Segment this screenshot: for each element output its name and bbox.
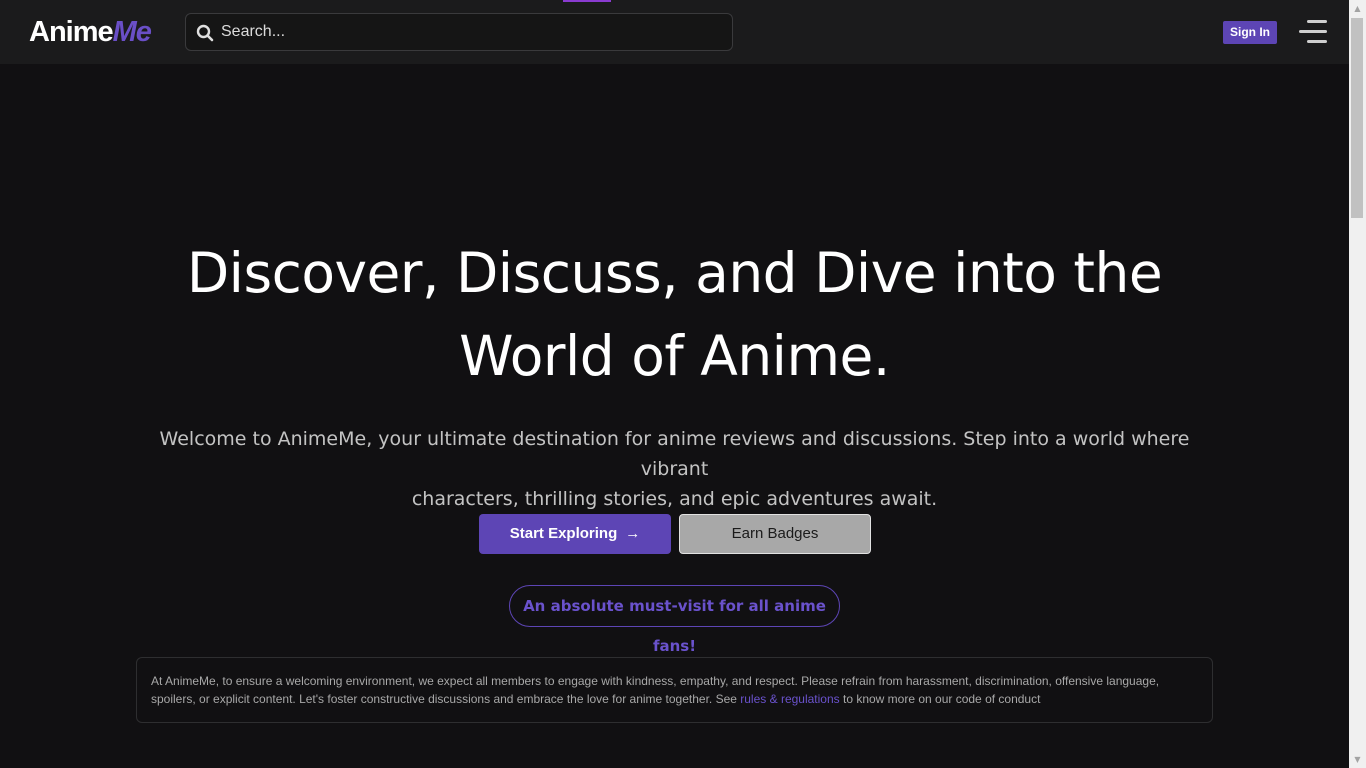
search-icon	[196, 24, 214, 42]
hero-subtitle-line1: Welcome to AnimeMe, your ultimate destin…	[159, 428, 1190, 480]
hero-title-line2: World of Anime.	[459, 324, 890, 388]
search-bar[interactable]	[185, 13, 733, 51]
top-accent-bar	[563, 0, 611, 2]
logo[interactable]: AnimeMe	[29, 14, 152, 50]
tagline-pill: An absolute must-visit for all anime fan…	[509, 585, 840, 655]
top-navbar: AnimeMe Sign In	[0, 0, 1349, 64]
menu-icon	[1307, 20, 1327, 23]
rules-link[interactable]: rules & regulations	[740, 692, 839, 706]
search-input[interactable]	[221, 16, 721, 48]
scroll-up-arrow-icon[interactable]: ▲	[1349, 0, 1366, 17]
arrow-right-icon: →	[625, 525, 641, 542]
hero-subtitle: Welcome to AnimeMe, your ultimate destin…	[140, 424, 1209, 514]
notice-text-end: to know more on our code of conduct	[839, 692, 1041, 706]
start-exploring-label: Start Exploring	[509, 525, 618, 542]
menu-icon-bar	[1307, 40, 1327, 43]
page-scrollbar[interactable]: ▲ ▼	[1349, 0, 1366, 768]
code-of-conduct-notice: At AnimeMe, to ensure a welcoming enviro…	[136, 657, 1213, 723]
menu-icon-bar	[1299, 30, 1327, 33]
logo-text-me: Me	[112, 16, 152, 48]
scroll-down-arrow-icon[interactable]: ▼	[1349, 751, 1366, 768]
hero-title: Discover, Discuss, and Dive into the Wor…	[150, 232, 1199, 398]
sign-in-button[interactable]: Sign In	[1223, 21, 1277, 44]
earn-badges-button[interactable]: Earn Badges	[679, 514, 871, 554]
hero-subtitle-line2: characters, thrilling stories, and epic …	[411, 488, 938, 510]
menu-button[interactable]	[1299, 18, 1327, 46]
scroll-thumb[interactable]	[1351, 18, 1363, 218]
logo-text-anime: Anime	[29, 16, 114, 48]
hero-title-line1: Discover, Discuss, and Dive into the	[186, 241, 1163, 305]
start-exploring-button[interactable]: Start Exploring →	[479, 514, 671, 554]
